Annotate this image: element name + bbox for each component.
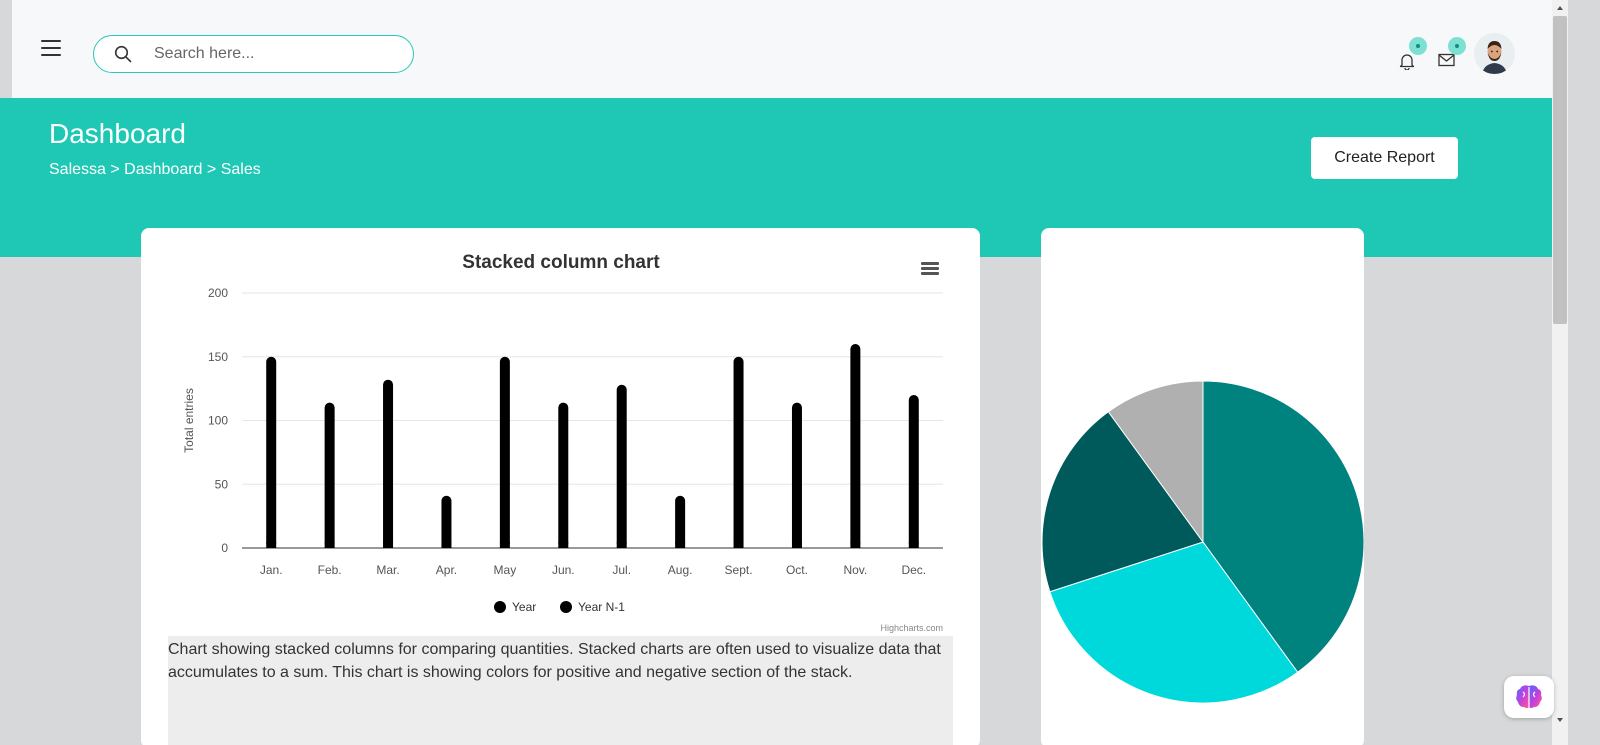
bar-base [850,542,861,548]
bar-base [616,542,627,548]
x-tick-label: Jun. [552,563,575,577]
mail-icon [1438,53,1455,67]
bar [733,356,744,548]
bar-base [383,542,394,548]
notifications-button[interactable] [1399,52,1415,75]
bar-base [733,542,744,548]
breadcrumb-separator: > [110,161,120,178]
legend-item-year: Year [512,600,536,614]
y-tick-label: 150 [208,350,228,364]
pie-chart [1041,380,1364,704]
bar-base [791,542,802,548]
y-axis-label: Total entries [182,388,196,453]
search-input[interactable] [154,44,394,64]
x-tick-label: Jan. [260,563,283,577]
top-bar [12,0,1552,98]
breadcrumb-separator: > [206,161,217,178]
bell-icon [1399,54,1415,71]
x-tick-label: Dec. [901,563,926,577]
x-tick-label: Oct. [786,563,808,577]
chart-card: Stacked column chart 0 50 100 150 200 Total en… [141,228,980,745]
brain-icon [1516,685,1542,708]
scroll-up-icon[interactable] [1552,1,1568,15]
bar-base [441,542,452,548]
bar [499,356,510,548]
x-tick-label: Apr. [436,563,457,577]
y-tick-label: 0 [221,541,228,555]
notification-badge [1409,37,1427,55]
messages-button[interactable] [1438,53,1455,72]
scrollbar-thumb[interactable] [1553,16,1567,324]
bar [675,495,686,548]
bar-base [499,542,510,548]
legend-marker [494,601,506,613]
stacked-column-chart: Stacked column chart 0 50 100 150 200 Total en… [182,252,943,633]
search-icon [114,45,132,63]
bar-base [324,542,335,548]
y-tick-label: 50 [215,477,229,491]
bar [850,344,861,548]
hamburger-icon[interactable] [41,40,61,56]
chart-title: Stacked column chart [462,252,660,273]
bar [324,402,335,548]
x-tick-label: Mar. [376,563,399,577]
bar [908,395,919,548]
breadcrumb-item-salessa[interactable]: Salessa [49,161,106,178]
bar [441,495,452,548]
bar-base [266,542,277,548]
bar [558,402,569,548]
breadcrumb-item-dashboard[interactable]: Dashboard [124,161,202,178]
legend-item-year-n-1: Year N-1 [578,600,625,614]
pie-card [1041,228,1364,745]
legend-marker [560,601,572,613]
x-tick-label: Sept. [725,563,753,577]
message-badge [1448,37,1466,55]
avatar-icon [1474,33,1515,74]
bar [383,379,394,548]
x-tick-label: Nov. [843,563,867,577]
bar-base [558,542,569,548]
bar [266,356,277,548]
x-tick-label: Jul. [612,563,631,577]
x-tick-label: Aug. [668,563,693,577]
user-avatar[interactable] [1474,33,1515,74]
x-tick-label: May [494,563,517,577]
chart-description: Chart showing stacked columns for compar… [168,636,953,745]
assistant-button[interactable] [1504,676,1554,718]
search-box[interactable] [93,35,414,73]
y-tick-label: 200 [208,286,228,300]
bar-base [908,542,919,548]
bar [791,402,802,548]
breadcrumb-item-sales[interactable]: Sales [221,161,261,178]
chart-credit: Highcharts.com [880,623,943,633]
create-report-button[interactable]: Create Report [1311,137,1458,179]
breadcrumb: Salessa > Dashboard > Sales [49,161,261,179]
scroll-down-icon[interactable] [1552,713,1568,727]
page-title: Dashboard [49,118,186,149]
bar-base [675,542,686,548]
x-tick-label: Feb. [318,563,342,577]
y-tick-label: 100 [208,414,228,428]
bar [616,384,627,548]
